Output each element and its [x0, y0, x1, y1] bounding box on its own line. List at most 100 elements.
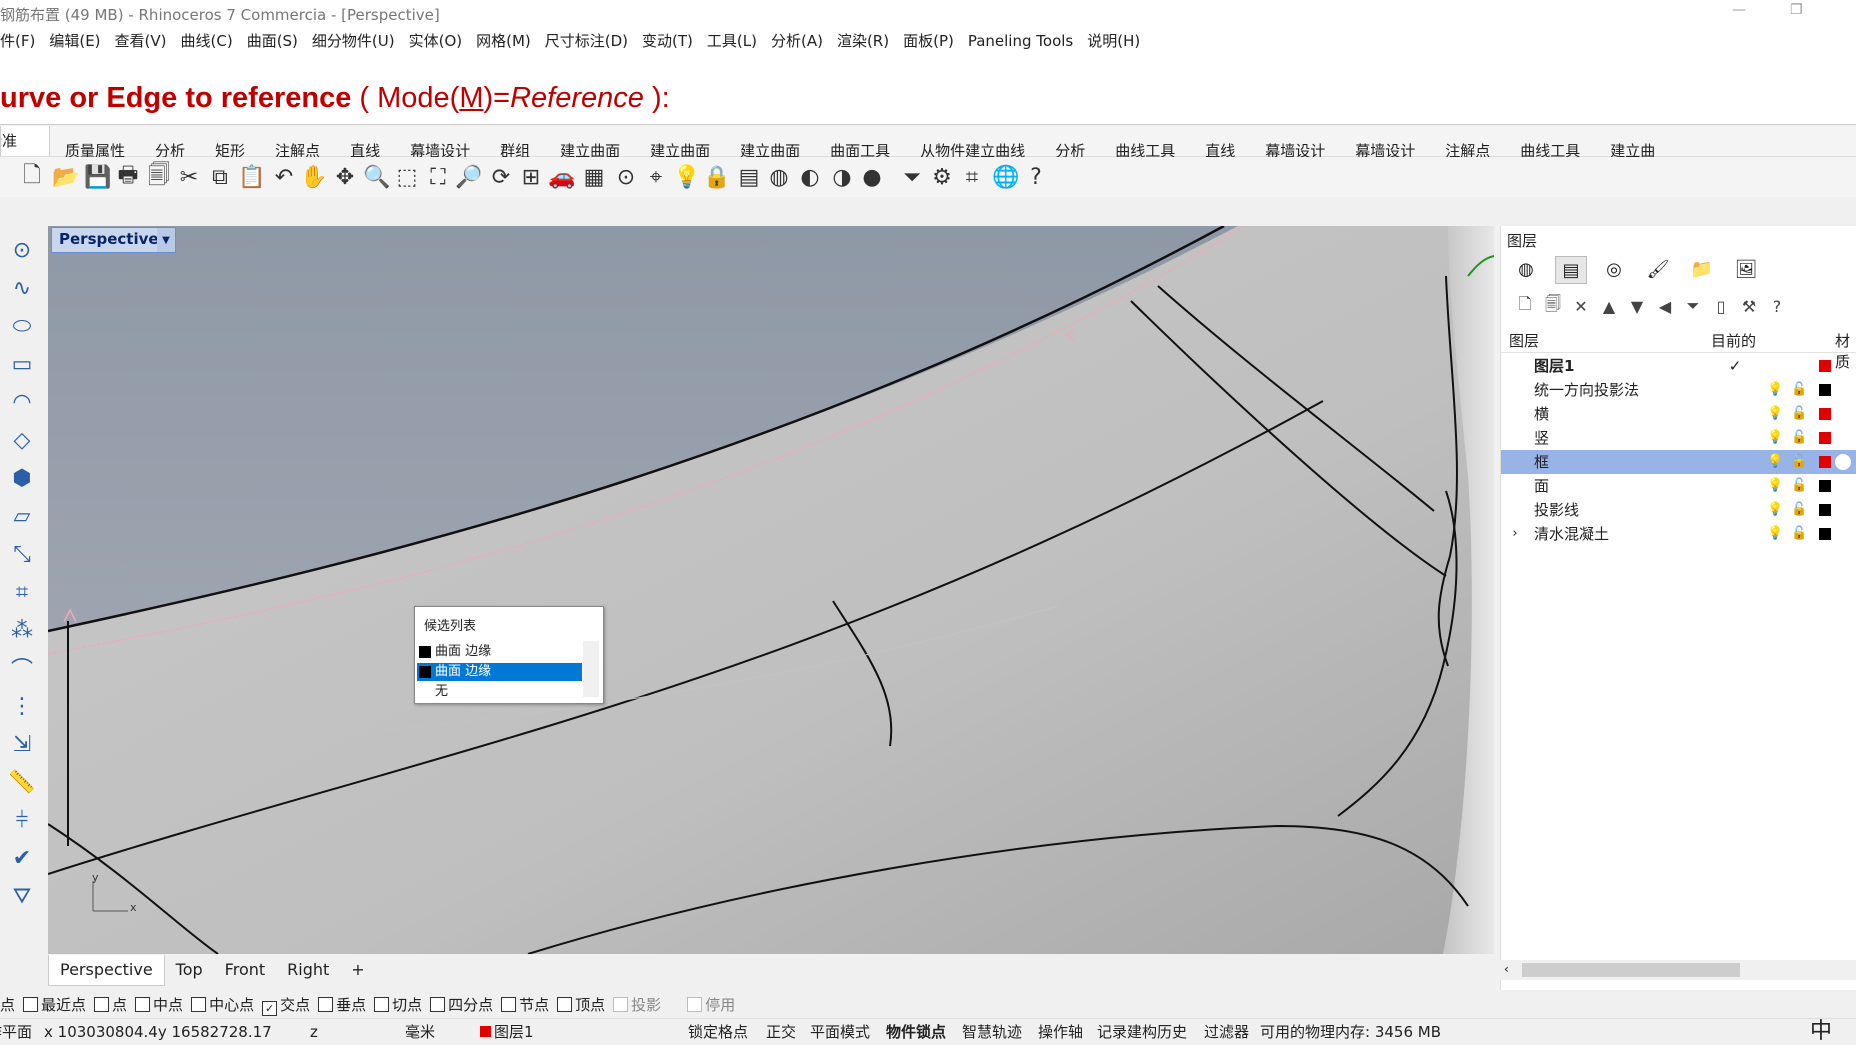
- expand-icon[interactable]: ›: [1507, 526, 1523, 542]
- cut-icon[interactable]: ✂: [175, 163, 203, 191]
- layer-row[interactable]: › 清水混凝土 💡 🔓: [1501, 522, 1856, 546]
- osnap-checkbox[interactable]: [374, 997, 390, 1012]
- layer-name[interactable]: 清水混凝土: [1534, 522, 1609, 546]
- gear-icon[interactable]: ⚙: [928, 163, 956, 191]
- viewport-title[interactable]: Perspective ▼: [51, 227, 176, 253]
- layer-name[interactable]: 统一方向投影法: [1534, 378, 1639, 402]
- osnap-11[interactable]: 投影: [613, 993, 661, 1017]
- globe-icon[interactable]: 🌐: [992, 163, 1020, 191]
- lock-open-icon[interactable]: 🔓: [1791, 454, 1807, 470]
- help-icon[interactable]: ?: [1022, 163, 1050, 191]
- minimize-icon[interactable]: —: [1732, 2, 1746, 18]
- osnap-7[interactable]: 切点: [374, 993, 422, 1017]
- osnap-checkbox[interactable]: [94, 997, 110, 1012]
- ellipse-icon[interactable]: ⬭: [4, 310, 40, 342]
- render-icon[interactable]: ◎: [1599, 256, 1629, 282]
- visibility-bulb-icon[interactable]: 💡: [1767, 430, 1783, 446]
- osnap-checkbox[interactable]: [613, 997, 629, 1012]
- layer-row[interactable]: 横 💡 🔓: [1501, 402, 1856, 426]
- pan-icon[interactable]: ✋: [300, 163, 328, 191]
- restore-icon[interactable]: ❐: [1790, 2, 1803, 18]
- rotate-view-icon[interactable]: ✥: [331, 163, 359, 191]
- osnap-6[interactable]: 垂点: [318, 993, 366, 1017]
- units-readout[interactable]: 毫米: [405, 1019, 435, 1045]
- color-wheel-icon[interactable]: ◍: [765, 163, 793, 191]
- layer-name[interactable]: 面: [1534, 474, 1549, 498]
- lock-open-icon[interactable]: 🔓: [1791, 406, 1807, 422]
- template-icon[interactable]: 🗐: [145, 163, 173, 191]
- mesh-icon[interactable]: ▱: [4, 500, 40, 532]
- menu-item-3[interactable]: 曲线(C): [174, 28, 240, 54]
- measure-icon[interactable]: 📏: [4, 766, 40, 798]
- menu-item-11[interactable]: 分析(A): [764, 28, 830, 54]
- ortho-toggle[interactable]: 正交: [766, 1019, 796, 1045]
- delete-icon[interactable]: ✕: [1569, 294, 1593, 318]
- layer-name[interactable]: 投影线: [1534, 498, 1579, 522]
- history-toggle[interactable]: 记录建构历史: [1097, 1019, 1187, 1045]
- image-icon[interactable]: 🖼: [1731, 256, 1761, 282]
- split-icon[interactable]: ⫩: [4, 804, 40, 836]
- tab-0[interactable]: 标准: [0, 126, 50, 156]
- menu-item-14[interactable]: Paneling Tools: [961, 28, 1080, 54]
- save-icon[interactable]: 💾: [84, 163, 112, 191]
- osnap-9[interactable]: 节点: [501, 993, 549, 1017]
- visibility-bulb-icon[interactable]: 💡: [1767, 406, 1783, 422]
- paste-icon[interactable]: 📋: [238, 163, 266, 191]
- undo-icon[interactable]: ↶: [270, 163, 298, 191]
- menu-item-2[interactable]: 查看(V): [108, 28, 174, 54]
- folder-icon[interactable]: 📁: [1687, 256, 1717, 282]
- candidate-item[interactable]: 无: [417, 683, 582, 701]
- filter-icon[interactable]: ⏷: [1681, 294, 1705, 318]
- surface-icon[interactable]: ◇: [4, 424, 40, 456]
- layer-row[interactable]: 图层1 ✓: [1501, 354, 1856, 378]
- osnap-12[interactable]: 停用: [687, 993, 735, 1017]
- project-icon[interactable]: ⇲: [4, 728, 40, 760]
- grid-icon[interactable]: ▦: [580, 163, 608, 191]
- dimension-icon[interactable]: ⌗: [4, 576, 40, 608]
- point-icon[interactable]: ⊙: [612, 163, 640, 191]
- array-icon[interactable]: ⋮: [4, 690, 40, 722]
- menu-item-0[interactable]: 件(F): [0, 28, 42, 54]
- planar-toggle[interactable]: 平面模式: [810, 1019, 870, 1045]
- layer-color-swatch[interactable]: [1819, 408, 1831, 420]
- viewport-tab-top[interactable]: Top: [165, 955, 214, 985]
- layer-color-swatch[interactable]: [1819, 456, 1831, 468]
- gumball-toggle[interactable]: 操作轴: [1038, 1019, 1083, 1045]
- layer-name[interactable]: 竖: [1534, 426, 1549, 450]
- layer-color-swatch[interactable]: [1819, 384, 1831, 396]
- car-icon[interactable]: 🚗: [548, 163, 576, 191]
- material-circle-icon[interactable]: [1835, 454, 1851, 470]
- column-header-name[interactable]: 图层: [1509, 330, 1539, 351]
- layer-color-swatch[interactable]: [1819, 360, 1831, 372]
- osnap-0[interactable]: 端点: [0, 993, 15, 1017]
- perspective-viewport[interactable]: x y: [48, 226, 1494, 954]
- osnap-5[interactable]: ✓ 交点: [262, 993, 310, 1017]
- osnap-2[interactable]: 点: [94, 993, 127, 1017]
- osnap-1[interactable]: 最近点: [23, 993, 86, 1017]
- menu-item-15[interactable]: 说明(H): [1080, 28, 1147, 54]
- curve-icon[interactable]: ∿: [4, 272, 40, 304]
- plus-icon[interactable]: +: [340, 955, 375, 985]
- ime-indicator[interactable]: 中: [1810, 1019, 1832, 1045]
- zoom-icon[interactable]: 🔍: [363, 163, 391, 191]
- layer-name[interactable]: 图层1: [1534, 354, 1574, 378]
- layer-row[interactable]: 统一方向投影法 💡 🔓: [1501, 378, 1856, 402]
- panel-horizontal-scrollbar[interactable]: ‹: [1500, 960, 1856, 980]
- layer-color-swatch[interactable]: [1819, 432, 1831, 444]
- viewport-tab-perspective[interactable]: Perspective: [48, 955, 165, 986]
- menu-item-6[interactable]: 实体(O): [402, 28, 470, 54]
- page-icon[interactable]: ▯: [1709, 294, 1733, 318]
- grid-snap-toggle[interactable]: 锁定格点: [688, 1019, 748, 1045]
- lock-open-icon[interactable]: 🔓: [1791, 502, 1807, 518]
- color-wheel-icon[interactable]: ◍: [1511, 256, 1541, 282]
- osnap-toggle[interactable]: 物件锁点: [886, 1019, 946, 1045]
- menu-item-1[interactable]: 编辑(E): [42, 28, 107, 54]
- visibility-bulb-icon[interactable]: 💡: [1767, 382, 1783, 398]
- snap-icon[interactable]: ⌖: [642, 163, 670, 191]
- visibility-bulb-icon[interactable]: 💡: [1767, 502, 1783, 518]
- lock-open-icon[interactable]: 🔓: [1791, 382, 1807, 398]
- move-down-icon[interactable]: ▼: [1625, 294, 1649, 318]
- lock-icon[interactable]: 🔒: [703, 163, 731, 191]
- menu-item-7[interactable]: 网格(M): [469, 28, 538, 54]
- menu-item-13[interactable]: 面板(P): [896, 28, 961, 54]
